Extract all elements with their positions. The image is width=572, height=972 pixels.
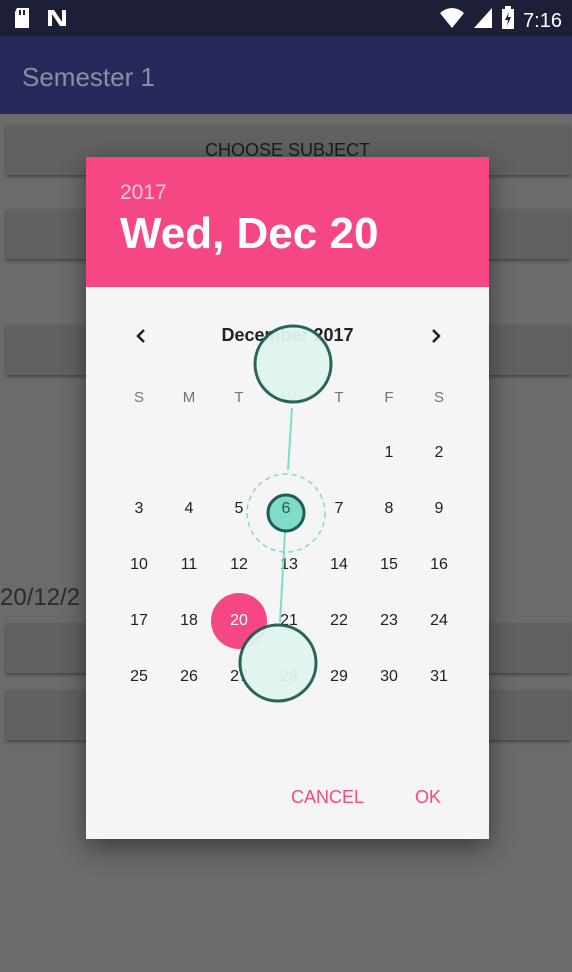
- day-cell[interactable]: 18: [164, 593, 214, 649]
- weekday-label: S: [133, 389, 144, 406]
- day-cell[interactable]: 25: [114, 649, 164, 705]
- date-picker-header: 2017 Wed, Dec 20: [86, 157, 489, 287]
- day-cell[interactable]: 9: [414, 481, 464, 537]
- n-logo-icon: [46, 8, 68, 33]
- day-cell[interactable]: 24: [414, 593, 464, 649]
- header-selected-date[interactable]: Wed, Dec 20: [120, 209, 378, 259]
- day-cell[interactable]: 28: [264, 649, 314, 705]
- day-number: 29: [330, 668, 348, 685]
- sd-card-icon: [14, 8, 32, 33]
- status-bar: 7:16: [0, 0, 572, 36]
- empty-day-cell: [264, 425, 314, 481]
- day-number: 21: [280, 612, 298, 629]
- day-number: 25: [130, 668, 148, 685]
- page-title: Semester 1: [22, 62, 155, 92]
- day-cell[interactable]: 11: [164, 537, 214, 593]
- day-cell[interactable]: 5: [214, 481, 264, 537]
- day-number: 5: [234, 500, 244, 517]
- day-cell[interactable]: 2: [414, 425, 464, 481]
- day-number: 4: [184, 500, 194, 517]
- day-number: 31: [430, 668, 448, 685]
- day-number: 17: [130, 612, 148, 629]
- day-cell[interactable]: 10: [114, 537, 164, 593]
- day-cell[interactable]: 4: [164, 481, 214, 537]
- next-month-button[interactable]: [421, 321, 451, 351]
- day-cell[interactable]: 29: [314, 649, 364, 705]
- battery-icon: [501, 6, 515, 36]
- day-cell[interactable]: 30: [364, 649, 414, 705]
- day-number: 30: [380, 668, 398, 685]
- day-cell[interactable]: 26: [164, 649, 214, 705]
- day-number: 22: [330, 612, 348, 629]
- weekday-header: S M T W T F S: [114, 389, 464, 406]
- selected-day-cell[interactable]: 20: [211, 593, 267, 649]
- day-number: 11: [180, 556, 198, 573]
- day-number: 27: [230, 668, 248, 685]
- ok-button[interactable]: OK: [415, 787, 441, 808]
- weekday-label: T: [234, 389, 244, 406]
- day-number: 26: [180, 668, 198, 685]
- day-cell[interactable]: 31: [414, 649, 464, 705]
- day-number: 20: [230, 612, 248, 629]
- month-navigation: December 2017: [86, 317, 489, 351]
- day-number: 14: [330, 556, 348, 573]
- day-cell[interactable]: 15: [364, 537, 414, 593]
- day-cell[interactable]: 17: [114, 593, 164, 649]
- selected-date-text: 20/12/2: [0, 584, 81, 611]
- dialog-actions: CANCEL OK: [86, 787, 489, 817]
- weekday-label: T: [334, 389, 344, 406]
- day-cell[interactable]: 12: [214, 537, 264, 593]
- empty-day-cell: [214, 425, 264, 481]
- date-picker-dialog: 2017 Wed, Dec 20 December 2017 S M T W T…: [86, 157, 489, 839]
- day-number: 28: [280, 668, 298, 685]
- day-number: 16: [430, 556, 448, 573]
- day-number: 23: [380, 612, 398, 629]
- day-cell[interactable]: 21: [264, 593, 314, 649]
- day-number: 18: [180, 612, 198, 629]
- empty-day-cell: [164, 425, 214, 481]
- day-number: 13: [280, 556, 298, 573]
- calendar-grid: 1 2 3 4 5 6 7 8 9 10 11 12 13 14 15 16 1…: [114, 425, 464, 705]
- empty-day-cell: [314, 425, 364, 481]
- day-number: 1: [384, 444, 394, 461]
- signal-icon: [473, 7, 493, 35]
- day-cell[interactable]: 3: [114, 481, 164, 537]
- weekday-label: W: [281, 389, 297, 406]
- day-number: 24: [430, 612, 448, 629]
- day-number: 3: [134, 500, 144, 517]
- day-number: 8: [384, 500, 394, 517]
- app-bar: Semester 1: [0, 36, 572, 114]
- day-number: 7: [334, 500, 344, 517]
- weekday-label: S: [433, 389, 444, 406]
- day-cell[interactable]: 7: [314, 481, 364, 537]
- day-cell[interactable]: 14: [314, 537, 364, 593]
- day-cell[interactable]: 13: [264, 537, 314, 593]
- chevron-right-icon: [432, 329, 441, 343]
- weekday-label: F: [384, 389, 394, 406]
- day-number: 2: [434, 444, 444, 461]
- day-cell[interactable]: 16: [414, 537, 464, 593]
- status-time: 7:16: [523, 9, 562, 32]
- day-cell[interactable]: 1: [364, 425, 414, 481]
- day-six-overlay-label: 6: [281, 500, 291, 517]
- day-number: 9: [434, 500, 444, 517]
- weekday-label: M: [182, 389, 196, 406]
- cancel-button[interactable]: CANCEL: [291, 787, 364, 808]
- wifi-icon: [439, 7, 465, 35]
- day-number: 10: [130, 556, 148, 573]
- day-cell[interactable]: 8: [364, 481, 414, 537]
- day-cell[interactable]: 23: [364, 593, 414, 649]
- empty-day-cell: [114, 425, 164, 481]
- day-cell[interactable]: 22: [314, 593, 364, 649]
- day-number: 15: [380, 556, 398, 573]
- day-cell[interactable]: 27: [214, 649, 264, 705]
- header-year[interactable]: 2017: [120, 181, 167, 205]
- day-number: 12: [230, 556, 248, 573]
